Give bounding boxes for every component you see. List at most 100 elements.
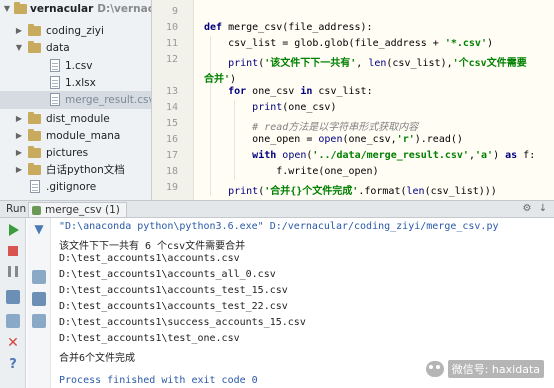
folder-icon [28,163,41,175]
close-icon[interactable]: ✕ [6,336,20,350]
chevron-down-icon[interactable]: ▼ [2,0,12,18]
clear-console-icon[interactable] [32,314,46,328]
scroll-to-end-icon[interactable]: ▼ [32,222,46,236]
console-side-toolbar: ▼ [27,218,51,388]
code-line: print(one_csv) [252,102,337,113]
csv-file-icon [50,59,60,72]
watermark: 微信号: haxidata [425,360,544,378]
chevron-right-icon[interactable]: ▶ [14,161,24,179]
run-tab-label: merge_csv (1) [45,204,120,216]
line-number: 9 [171,6,178,17]
tree-root-path: D:\vernacular [97,3,152,15]
file-icon [30,180,40,193]
tree-root-vernacular[interactable]: ▼ vernacularD:\vernacular [0,0,151,18]
line-number: 15 [165,118,178,129]
project-tree-panel: ▼ vernacularD:\vernacular ▶ coding_ziyi … [0,0,152,200]
print-icon[interactable] [32,292,46,306]
tree-item-pictures[interactable]: ▶ pictures [0,144,151,162]
line-number: 10 [165,22,178,33]
console-line: D:\test_accounts1\success_accounts_15.cs… [59,317,306,328]
watermark-text: 微信号: haxidata [447,360,544,378]
tree-item-docs[interactable]: ▶ 白话python文档 [0,161,151,179]
folder-icon [28,41,41,53]
console-line: Process finished with exit code 0 [59,375,258,386]
tree-item-label: .gitignore [46,181,97,193]
console-line: D:\test_accounts1\test_one.csv [59,333,240,344]
csv-file-icon [50,93,60,106]
help-icon[interactable]: ? [6,358,20,372]
wechat-icon [425,361,444,377]
folder-icon [28,146,41,158]
code-line: for one_csv in csv_list: [228,86,373,97]
tree-item-label: coding_ziyi [46,25,104,37]
tree-item-merge-result[interactable]: merge_result.csv [0,91,151,109]
folder-icon [14,2,27,14]
line-number: 18 [165,166,178,177]
tree-item-1-xlsx[interactable]: 1.xlsx [0,74,151,92]
code-line: one_open = open(one_csv,'r').read() [204,134,463,145]
tree-item-module-mana[interactable]: ▶ module_mana [0,127,151,145]
tree-item-label: data [46,42,70,54]
code-line: 合并') [204,74,237,85]
tree-item-label: pictures [46,147,89,159]
code-line: print('该文件下下一共有', len(csv_list),'个csv文件需… [228,58,527,69]
line-number: 17 [165,150,178,161]
code-line: print('合并{}个文件完成'.format(len(csv_list))) [228,186,497,197]
line-number-gutter: 9 10 11 12 13 14 15 16 17 18 19 [152,0,194,200]
tree-item-data[interactable]: ▼ data [0,39,151,57]
run-label: Run [6,203,27,215]
xlsx-file-icon [50,76,60,89]
code-line: def merge_csv(file_address): [204,22,373,33]
run-tool-window-header: Run merge_csv (1) ⚙ ↓ [0,200,554,218]
code-line: # read方法是以字符串形式获取内容 [252,122,419,133]
settings-icon[interactable]: ⚙ [522,204,532,214]
tree-root-label: vernacular [30,3,94,15]
console-line: D:\test_accounts1\accounts_test_15.csv [59,285,288,296]
tree-item-label: 1.xlsx [65,77,96,89]
tree-item-label: 1.csv [65,60,93,72]
run-config-tab[interactable]: merge_csv (1) [28,202,127,217]
tree-item-label: module_mana [46,130,121,142]
pause-icon[interactable] [8,266,18,277]
console-line: D:\test_accounts1\accounts_all_0.csv [59,269,276,280]
line-number: 19 [165,182,178,193]
restore-layout-icon[interactable] [6,290,20,304]
tree-item-label: merge_result.csv [65,94,152,106]
run-toolbar: ✕ ? [0,218,26,388]
rerun-icon[interactable] [9,224,19,236]
tree-item-1-csv[interactable]: 1.csv [0,57,151,75]
tree-item-coding-ziyi[interactable]: ▶ coding_ziyi [0,22,151,40]
run-console[interactable]: ▼ "D:\anaconda python\python3.6.exe" D:/… [27,218,554,388]
chevron-right-icon[interactable]: ▶ [14,144,24,162]
tree-item-dist-module[interactable]: ▶ dist_module [0,110,151,128]
code-line: f.write(one_open) [204,166,379,177]
pin-tab-icon[interactable] [6,314,20,328]
chevron-down-icon[interactable]: ▼ [14,39,24,57]
chevron-right-icon[interactable]: ▶ [14,22,24,40]
console-line: D:\test_accounts1\accounts.csv [59,253,240,264]
chevron-right-icon[interactable]: ▶ [14,110,24,128]
chevron-right-icon[interactable]: ▶ [14,127,24,145]
code-line: csv_list = glob.glob(file_address + '*.c… [204,38,494,49]
line-number: 14 [165,102,178,113]
line-number: 11 [165,38,178,49]
line-number: 16 [165,134,178,145]
tree-item-label: 白话python文档 [46,164,125,176]
tree-item-label: dist_module [46,113,110,125]
folder-icon [28,129,41,141]
code-line: with open('../data/merge_result.csv','a'… [252,150,536,161]
console-line: 合并6个文件完成 [59,353,136,364]
python-run-icon [32,206,41,215]
code-editor[interactable]: 9 10 11 12 13 14 15 16 17 18 19 def merg… [152,0,554,200]
hide-panel-icon[interactable]: ↓ [538,204,548,214]
folder-icon [28,24,41,36]
line-number: 12 [165,54,178,65]
stop-icon[interactable] [8,246,18,256]
folder-icon [28,112,41,124]
console-line: D:\test_accounts1\accounts_test_22.csv [59,301,288,312]
tree-item-gitignore[interactable]: .gitignore [0,178,151,196]
console-line: 该文件下下一共有 6 个csv文件需要合并 [59,241,246,252]
line-number: 13 [165,86,178,97]
console-line: "D:\anaconda python\python3.6.exe" D:/ve… [59,221,499,232]
soft-wrap-icon[interactable] [32,270,46,284]
